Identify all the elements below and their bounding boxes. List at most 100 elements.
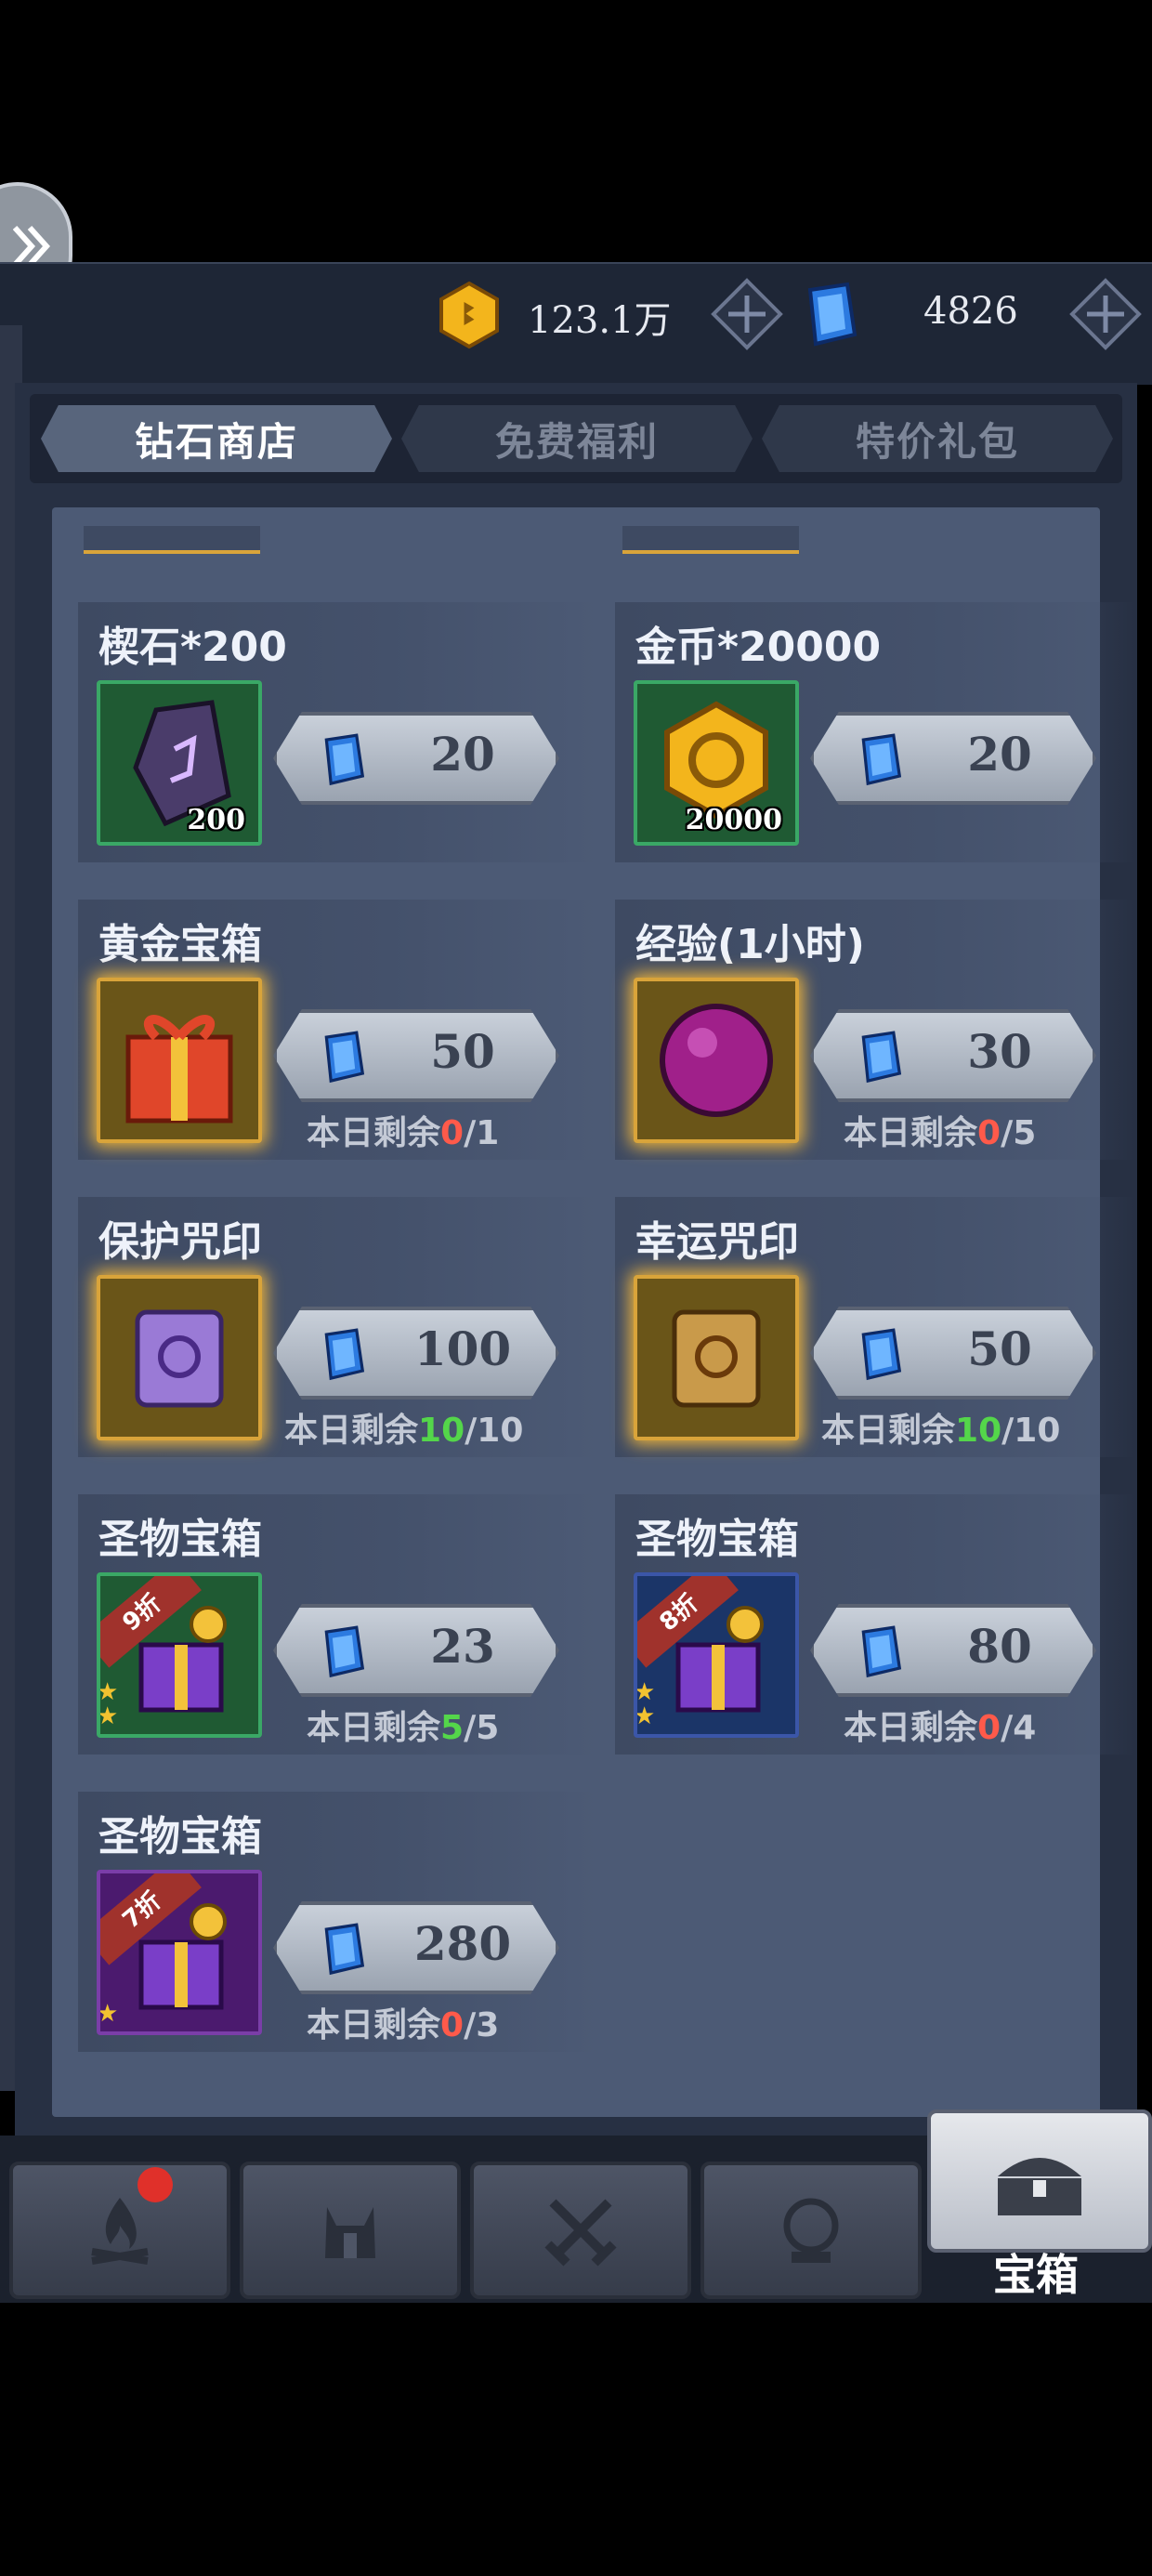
price-value: 23 [430,1619,495,1674]
tab-diamond-shop[interactable]: 钻石商店 [41,405,392,472]
buy-button[interactable]: 23 [273,1604,559,1697]
limit-label: 本日剩余 [284,1412,419,1450]
price-value: 280 [413,1916,512,1971]
item-name: 圣物宝箱 [98,1813,262,1860]
blue-gem-icon [861,733,902,786]
daily-limit: 本日剩余0/3 [307,1998,499,2046]
blue-gem-icon [324,1625,365,1678]
limit-total: /3 [464,2006,500,2044]
item-partial [622,526,799,554]
limit-label: 本日剩余 [821,1412,956,1450]
daily-limit: 本日剩余10/10 [284,1403,523,1452]
item-quantity: 200 [187,804,245,836]
item-name: 楔石*200 [98,624,287,671]
nav-battle-button[interactable] [470,2162,691,2299]
item-icon-box[interactable]: 20000 [634,680,799,846]
price-value: 30 [967,1024,1032,1079]
limit-total: /4 [1001,1709,1037,1747]
limit-label: 本日剩余 [307,1114,441,1152]
item-name: 圣物宝箱 [98,1516,262,1563]
limit-label: 本日剩余 [844,1709,978,1747]
shop-item: 圣物宝箱 8折 ★ ★ 80 本日剩余0/4 [615,1494,1135,1755]
limit-used: 10 [418,1412,465,1450]
tab-free-benefits[interactable]: 免费福利 [401,405,753,472]
tab-special-offers[interactable]: 特价礼包 [762,405,1113,472]
buy-button[interactable]: 20 [273,712,559,805]
treasure-chest-icon [998,2158,1081,2215]
limit-total: /10 [1001,1412,1061,1450]
item-name: 保护咒印 [98,1218,262,1266]
item-icon-box[interactable] [97,978,262,1143]
blue-gem-icon [324,733,365,786]
item-icon-box[interactable]: 200 [97,680,262,846]
daily-limit: 本日剩余0/4 [844,1701,1036,1749]
purple-scroll-icon [135,1309,224,1408]
star-icon: ★ ★ [634,1678,656,1730]
add-gems-button[interactable] [1068,277,1143,351]
limit-total: /5 [1001,1114,1037,1152]
blue-gem-icon [324,1328,365,1381]
limit-used: 0 [977,1709,1001,1747]
shop-item: 金币*20000 20000 20 [615,602,1135,862]
price-value: 50 [430,1024,495,1079]
limit-label: 本日剩余 [844,1114,978,1152]
notification-dot [137,2167,173,2202]
buy-button[interactable]: 50 [273,1009,559,1102]
item-icon-box[interactable]: 9折 ★ ★ [97,1572,262,1738]
price-value: 20 [967,727,1032,782]
daily-limit: 本日剩余0/1 [307,1106,499,1154]
nav-chest-button[interactable] [927,2109,1152,2253]
item-quantity: 20000 [685,804,782,836]
crossed-swords-icon [544,2199,617,2267]
daily-limit: 本日剩余5/5 [307,1701,499,1749]
item-icon-box[interactable] [634,978,799,1143]
gem-amount: 4826 [923,290,1018,333]
blue-gem-icon [861,1031,902,1084]
buy-button[interactable]: 100 [273,1307,559,1400]
item-name: 金币*20000 [635,624,882,671]
nav-crystal-ball-button[interactable] [700,2162,922,2299]
blue-gem-icon [324,1031,365,1084]
buy-button[interactable]: 30 [810,1009,1096,1102]
add-gold-button[interactable] [710,277,784,351]
item-name: 幸运咒印 [635,1218,799,1266]
buy-button[interactable]: 50 [810,1307,1096,1400]
limit-used: 0 [977,1114,1001,1152]
helmet-icon [325,2207,375,2258]
item-icon-box[interactable] [97,1275,262,1440]
nav-campfire-button[interactable] [9,2162,230,2299]
shop-item: 保护咒印 100 本日剩余10/10 [78,1197,598,1457]
nav-helmet-button[interactable] [240,2162,461,2299]
shop-item: 幸运咒印 50 本日剩余10/10 [615,1197,1135,1457]
price-value: 50 [967,1321,1032,1376]
gift-box-icon [125,1015,233,1124]
star-icon: ★ ★ [97,1678,119,1730]
limit-total: /1 [464,1114,500,1152]
shop-item: 圣物宝箱 7折 ★ 280 本日剩余0/3 [78,1792,598,2052]
limit-used: 5 [440,1709,465,1747]
item-icon-box[interactable]: 8折 ★ ★ [634,1572,799,1738]
buy-button[interactable]: 20 [810,712,1096,805]
crystal-ball-icon [783,2198,839,2263]
shop-item: 圣物宝箱 9折 ★ ★ 23 本日剩余5/5 [78,1494,598,1755]
item-icon-box[interactable]: 7折 ★ [97,1870,262,2035]
nav-chest-label: 宝箱 [993,2250,1079,2300]
item-partial [84,526,260,554]
limit-label: 本日剩余 [307,2006,441,2044]
blue-gem-icon [861,1328,902,1381]
blue-gem-icon [861,1625,902,1678]
buy-button[interactable]: 80 [810,1604,1096,1697]
buy-button[interactable]: 280 [273,1901,559,1994]
limit-used: 0 [440,1114,465,1152]
limit-used: 10 [955,1412,1002,1450]
item-name: 经验(1小时) [635,921,865,968]
daily-limit: 本日剩余0/5 [844,1106,1036,1154]
limit-used: 0 [440,2006,465,2044]
blue-gem-icon [324,1923,365,1976]
daily-limit: 本日剩余10/10 [821,1403,1060,1452]
gold-coin-icon: ꔪ [439,281,499,349]
item-icon-box[interactable] [634,1275,799,1440]
price-value: 100 [413,1321,512,1376]
blue-gem-icon [807,282,857,347]
star-icon: ★ [97,2000,119,2028]
